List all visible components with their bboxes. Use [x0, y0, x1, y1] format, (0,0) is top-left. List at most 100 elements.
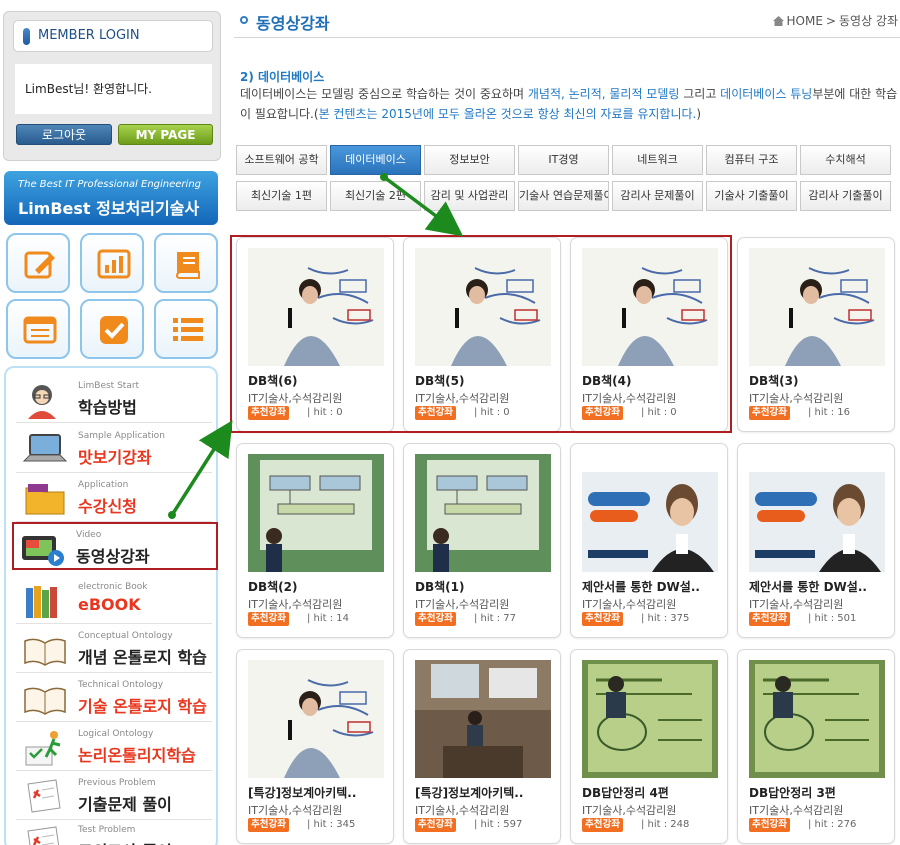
- lecture-thumbnail[interactable]: [582, 454, 718, 572]
- hit-count: | hit : 345: [307, 819, 356, 830]
- tab-row2-2[interactable]: 감리 및 사업관리: [424, 181, 515, 211]
- laptop-icon: [22, 431, 68, 469]
- sidebar-item-7[interactable]: Logical Ontology 논리온톨리지학습: [16, 723, 212, 771]
- recommend-badge: 추천강좌: [582, 818, 623, 832]
- quick-tile-bullet-list[interactable]: [154, 299, 218, 359]
- recommend-badge: 추천강좌: [749, 406, 790, 420]
- desc-text-1: 데이터베이스는 모델링 중심으로 학습하는 것이 중요하며: [240, 87, 528, 101]
- lecture-thumbnail[interactable]: [582, 660, 718, 778]
- lecture-card[interactable]: 제안서를 통한 DW설.. IT기술사,수석감리원 추천강좌 | hit : 501: [737, 443, 895, 638]
- sidebar-item-1[interactable]: Sample Application 맛보기강좌: [16, 425, 212, 473]
- lecture-teacher: IT기술사,수석감리원: [749, 804, 844, 817]
- page-title: 동영상강좌: [256, 14, 330, 33]
- lecture-card[interactable]: 제안서를 통한 DW설.. IT기술사,수석감리원 추천강좌 | hit : 375: [570, 443, 728, 638]
- tab-row2-1[interactable]: 최신기술 2편: [330, 181, 421, 211]
- lecture-teacher: IT기술사,수석감리원: [582, 598, 677, 611]
- lecture-thumbnail[interactable]: [749, 660, 885, 778]
- lecture-thumbnail[interactable]: [248, 660, 384, 778]
- lecture-title[interactable]: DB책(3): [749, 372, 889, 389]
- limbest-banner[interactable]: The Best IT Professional Engineering Lim…: [4, 171, 218, 225]
- hit-count: | hit : 77: [474, 613, 517, 624]
- ebook-icon: [22, 582, 68, 620]
- desc-text-4: ): [696, 107, 702, 121]
- quick-tile-book[interactable]: [154, 233, 218, 293]
- lecture-title[interactable]: DB답안정리 4편: [582, 784, 722, 801]
- sidebar-item-subtitle: Previous Problem: [78, 778, 156, 788]
- banner-title: LimBest 정보처리기술사: [18, 199, 200, 218]
- mypage-button[interactable]: MY PAGE: [118, 124, 213, 145]
- sidebar-item-subtitle: electronic Book: [78, 582, 148, 592]
- lecture-card[interactable]: DB책(2) IT기술사,수석감리원 추천강좌 | hit : 14: [236, 443, 394, 638]
- tab-row2-5[interactable]: 기술사 기출풀이: [706, 181, 797, 211]
- login-title-text: MEMBER LOGIN: [38, 28, 140, 43]
- quick-tile-check[interactable]: [80, 299, 144, 359]
- lecture-card[interactable]: DB답안정리 4편 IT기술사,수석감리원 추천강좌 | hit : 248: [570, 649, 728, 844]
- tab-row1-2[interactable]: 정보보안: [424, 145, 515, 175]
- breadcrumb-home[interactable]: HOME: [787, 14, 823, 28]
- sidebar-item-label: 논리온톨리지학습: [78, 746, 196, 765]
- quick-tile-pencil[interactable]: [6, 233, 70, 293]
- sidebar-item-subtitle: Sample Application: [78, 431, 165, 441]
- check-icon: [100, 316, 128, 344]
- lecture-title[interactable]: DB책(2): [248, 578, 388, 595]
- tab-row2-6[interactable]: 감리사 기출풀이: [800, 181, 891, 211]
- title-bullet-icon: [240, 16, 248, 24]
- sidebar-item-3[interactable]: Video 동영상강좌: [12, 522, 218, 570]
- tab-row1-1[interactable]: 데이터베이스: [330, 145, 421, 175]
- sidebar-item-subtitle: Application: [78, 480, 129, 490]
- sidebar-item-0[interactable]: LimBest Start 학습방법: [16, 375, 212, 423]
- tab-row2-0[interactable]: 최신기술 1편: [236, 181, 327, 211]
- lecture-thumbnail[interactable]: [749, 248, 885, 366]
- hit-count: | hit : 248: [641, 819, 690, 830]
- page-header: 동영상강좌 HOME > 동영상 강좌: [234, 2, 900, 38]
- lecture-card[interactable]: [특강]정보계아키텍.. IT기술사,수석감리원 추천강좌 | hit : 345: [236, 649, 394, 844]
- lecture-card[interactable]: DB책(1) IT기술사,수석감리원 추천강좌 | hit : 77: [403, 443, 561, 638]
- lecture-teacher: IT기술사,수석감리원: [749, 392, 844, 405]
- lecture-thumbnail[interactable]: [248, 454, 384, 572]
- section-title: 2) 데이터베이스: [240, 70, 325, 84]
- hit-count: | hit : 501: [808, 613, 857, 624]
- sidebar-item-5[interactable]: Conceptual Ontology 개념 온톨로지 학습: [16, 625, 212, 673]
- paper-icon: [22, 825, 68, 845]
- sidebar-item-6[interactable]: Technical Ontology 기술 온톨로지 학습: [16, 674, 212, 722]
- tab-row1-4[interactable]: 네트워크: [612, 145, 703, 175]
- lecture-title[interactable]: [특강]정보계아키텍..: [248, 784, 388, 801]
- lecture-thumbnail[interactable]: [415, 660, 551, 778]
- quick-tile-list[interactable]: [6, 299, 70, 359]
- lecture-card[interactable]: [특강]정보계아키텍.. IT기술사,수석감리원 추천강좌 | hit : 597: [403, 649, 561, 844]
- quick-tile-chart[interactable]: [80, 233, 144, 293]
- recommend-badge: 추천강좌: [415, 612, 456, 626]
- sidebar-item-4[interactable]: electronic Book eBOOK: [16, 576, 212, 624]
- sidebar-item-label: 수강신청: [78, 497, 137, 516]
- lecture-title[interactable]: 제안서를 통한 DW설..: [582, 578, 722, 595]
- tab-row1-6[interactable]: 수치해석: [800, 145, 891, 175]
- lecture-title[interactable]: 제안서를 통한 DW설..: [749, 578, 889, 595]
- section-description: 데이터베이스는 모델링 중심으로 학습하는 것이 중요하며 개념적, 논리적, …: [240, 84, 900, 124]
- lecture-title[interactable]: [특강]정보계아키텍..: [415, 784, 555, 801]
- tab-row1-5[interactable]: 컴퓨터 구조: [706, 145, 797, 175]
- lecture-thumbnail[interactable]: [749, 454, 885, 572]
- lecture-card[interactable]: DB답안정리 3편 IT기술사,수석감리원 추천강좌 | hit : 276: [737, 649, 895, 844]
- logout-button[interactable]: 로그아웃: [16, 124, 112, 145]
- tab-row1-3[interactable]: IT경영: [518, 145, 609, 175]
- lecture-card[interactable]: DB책(3) IT기술사,수석감리원 추천강좌 | hit : 16: [737, 237, 895, 432]
- sidebar-menu: LimBest Start 학습방법 Sample Application 맛보기강좌…: [4, 366, 218, 845]
- lecture-title[interactable]: DB책(1): [415, 578, 555, 595]
- member-login-title: MEMBER LOGIN: [13, 20, 213, 52]
- lecture-teacher: IT기술사,수석감리원: [582, 804, 677, 817]
- lecture-thumbnail[interactable]: [415, 454, 551, 572]
- sidebar-item-2[interactable]: Application 수강신청: [16, 474, 212, 522]
- sidebar-item-label: eBOOK: [78, 595, 141, 614]
- lecture-title[interactable]: DB답안정리 3편: [749, 784, 889, 801]
- welcome-message: LimBest님! 환영합니다.: [15, 64, 212, 114]
- sidebar-item-8[interactable]: Previous Problem 기출문제 풀이: [16, 772, 212, 820]
- tab-row2-3[interactable]: 기술사 연습문제풀이: [518, 181, 609, 211]
- lecture-teacher: IT기술사,수석감리원: [415, 804, 510, 817]
- tab-row2-4[interactable]: 감리사 문제풀이: [612, 181, 703, 211]
- recommend-badge: 추천강좌: [749, 818, 790, 832]
- sidebar-item-9[interactable]: Test Problem 모의고사 풀이: [16, 819, 212, 845]
- banner-tagline: The Best IT Professional Engineering: [18, 179, 202, 190]
- sidebar-item-label: 학습방법: [78, 398, 137, 417]
- tab-row1-0[interactable]: 소프트웨어 공학: [236, 145, 327, 175]
- list-icon: [23, 316, 57, 344]
